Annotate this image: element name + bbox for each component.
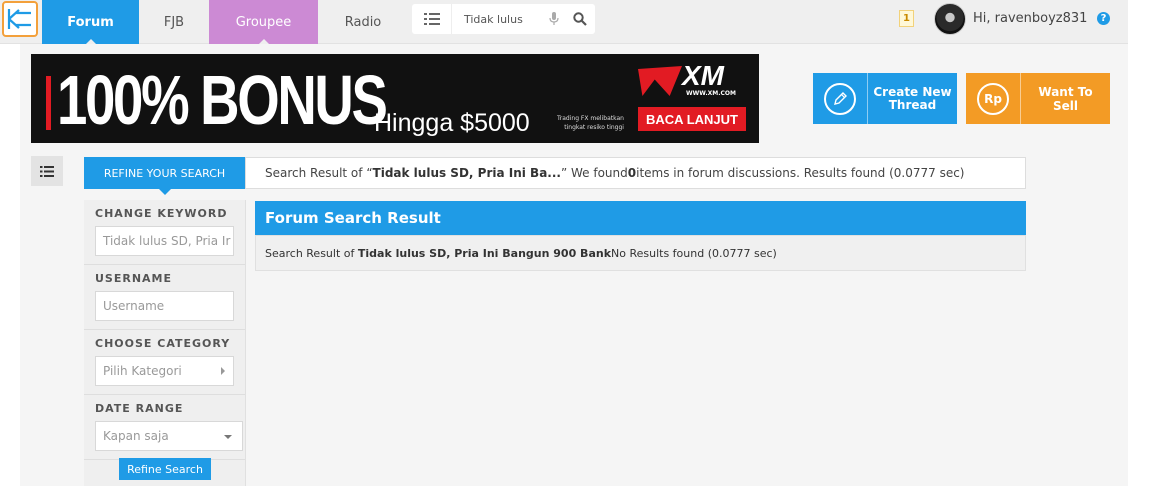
date-title: DATE RANGE xyxy=(95,402,184,415)
banner-disclaimer-line-1: Trading FX melibatkan xyxy=(557,115,624,122)
help-icon[interactable]: ? xyxy=(1097,12,1110,25)
banner-headline: 100% BONUS xyxy=(57,61,388,139)
date-range-value: Kapan saja xyxy=(103,429,169,443)
create-new-thread-button[interactable]: Create New Thread xyxy=(813,73,957,124)
baca-lanjut-button[interactable]: BACA LANJUT xyxy=(638,107,746,131)
notification-badge[interactable]: 1 xyxy=(899,10,914,27)
username-field[interactable]: Username xyxy=(95,291,234,321)
summary-query: Tidak lulus SD, Pria Ini Ba... xyxy=(372,166,561,180)
username-title: USERNAME xyxy=(95,272,173,285)
chevron-right-icon xyxy=(221,367,225,375)
rupiah-symbol: Rp xyxy=(984,91,1002,106)
date-section: DATE RANGE Kapan saja xyxy=(84,395,245,460)
keyword-field[interactable]: Tidak lulus SD, Pria Ir xyxy=(95,226,234,256)
refine-search-tab[interactable]: REFINE YOUR SEARCH xyxy=(84,157,245,195)
banner-disclaimer: Trading FX melibatkan tingkat resiko tin… xyxy=(557,114,624,132)
banner-disclaimer-line-2: tingkat resiko tinggi xyxy=(564,124,624,131)
nav-radio[interactable]: Radio xyxy=(318,0,408,44)
xm-bonus-banner[interactable]: 100% BONUS Hingga $5000 Trading FX melib… xyxy=(31,54,759,143)
create-new-thread-label: Create New Thread xyxy=(873,84,952,112)
summary-suffix: items in forum discussions. Results foun… xyxy=(636,166,965,180)
fsr-suffix: No Results found (0.0777 sec) xyxy=(611,246,777,260)
search-input[interactable]: Tidak lulus xyxy=(452,13,543,26)
microphone-icon[interactable] xyxy=(543,12,565,26)
username-section: USERNAME Username xyxy=(84,265,245,330)
category-section: CHOOSE CATEGORY Pilih Kategori xyxy=(84,330,245,395)
nav-groupee[interactable]: Groupee xyxy=(209,0,318,45)
xm-bull-icon xyxy=(638,66,682,96)
kaskus-logo-icon[interactable] xyxy=(2,1,38,37)
search-icon[interactable] xyxy=(565,12,595,26)
forum-search-result-title: Forum Search Result xyxy=(255,201,1026,235)
xm-logo: XM WWW.XM.COM xyxy=(638,60,748,100)
date-range-select[interactable]: Kapan saja xyxy=(95,421,243,451)
xm-url: WWW.XM.COM xyxy=(686,90,736,97)
user-greeting[interactable]: Hi, ravenboyz831 xyxy=(973,11,1087,26)
category-select[interactable]: Pilih Kategori xyxy=(95,356,234,386)
refine-panel: CHANGE KEYWORD Tidak lulus SD, Pria Ir U… xyxy=(84,200,246,486)
nav-fjb[interactable]: FJB xyxy=(139,0,209,44)
banner-subline: Hingga $5000 xyxy=(374,109,530,137)
want-to-sell-button[interactable]: Rp Want To Sell xyxy=(966,73,1110,124)
want-to-sell-label: Want To Sell xyxy=(1038,84,1093,113)
chevron-down-icon xyxy=(224,435,232,439)
category-value: Pilih Kategori xyxy=(103,364,182,378)
xm-brand-text: XM xyxy=(682,60,724,91)
search-result-summary: Search Result of “Tidak lulus SD, Pria I… xyxy=(245,157,1026,189)
fsr-prefix: Search Result of xyxy=(265,246,355,260)
nav-forum[interactable]: Forum xyxy=(42,0,139,45)
keyword-section: CHANGE KEYWORD Tidak lulus SD, Pria Ir xyxy=(84,200,245,265)
search-box: Tidak lulus xyxy=(412,4,595,34)
forum-search-result-body: Search Result of Tidak lulus SD, Pria In… xyxy=(255,235,1026,271)
summary-count: 0 xyxy=(627,166,637,180)
category-title: CHOOSE CATEGORY xyxy=(95,337,231,350)
top-navigation: Forum FJB Groupee Radio Tidak lulus 1 Hi… xyxy=(0,0,1128,45)
keyword-title: CHANGE KEYWORD xyxy=(95,207,228,220)
summary-prefix: Search Result of “ xyxy=(265,166,373,180)
list-toggle-icon[interactable] xyxy=(31,156,63,186)
search-filter-icon[interactable] xyxy=(412,4,452,34)
banner-accent-bar xyxy=(46,76,51,130)
pencil-icon xyxy=(813,73,868,124)
refine-search-button[interactable]: Refine Search xyxy=(119,458,211,480)
avatar[interactable] xyxy=(934,3,966,35)
fsr-query: Tidak lulus SD, Pria Ini Bangun 900 Bank xyxy=(357,246,612,260)
rupiah-icon: Rp xyxy=(966,73,1021,124)
summary-mid: ” We found xyxy=(560,166,628,180)
